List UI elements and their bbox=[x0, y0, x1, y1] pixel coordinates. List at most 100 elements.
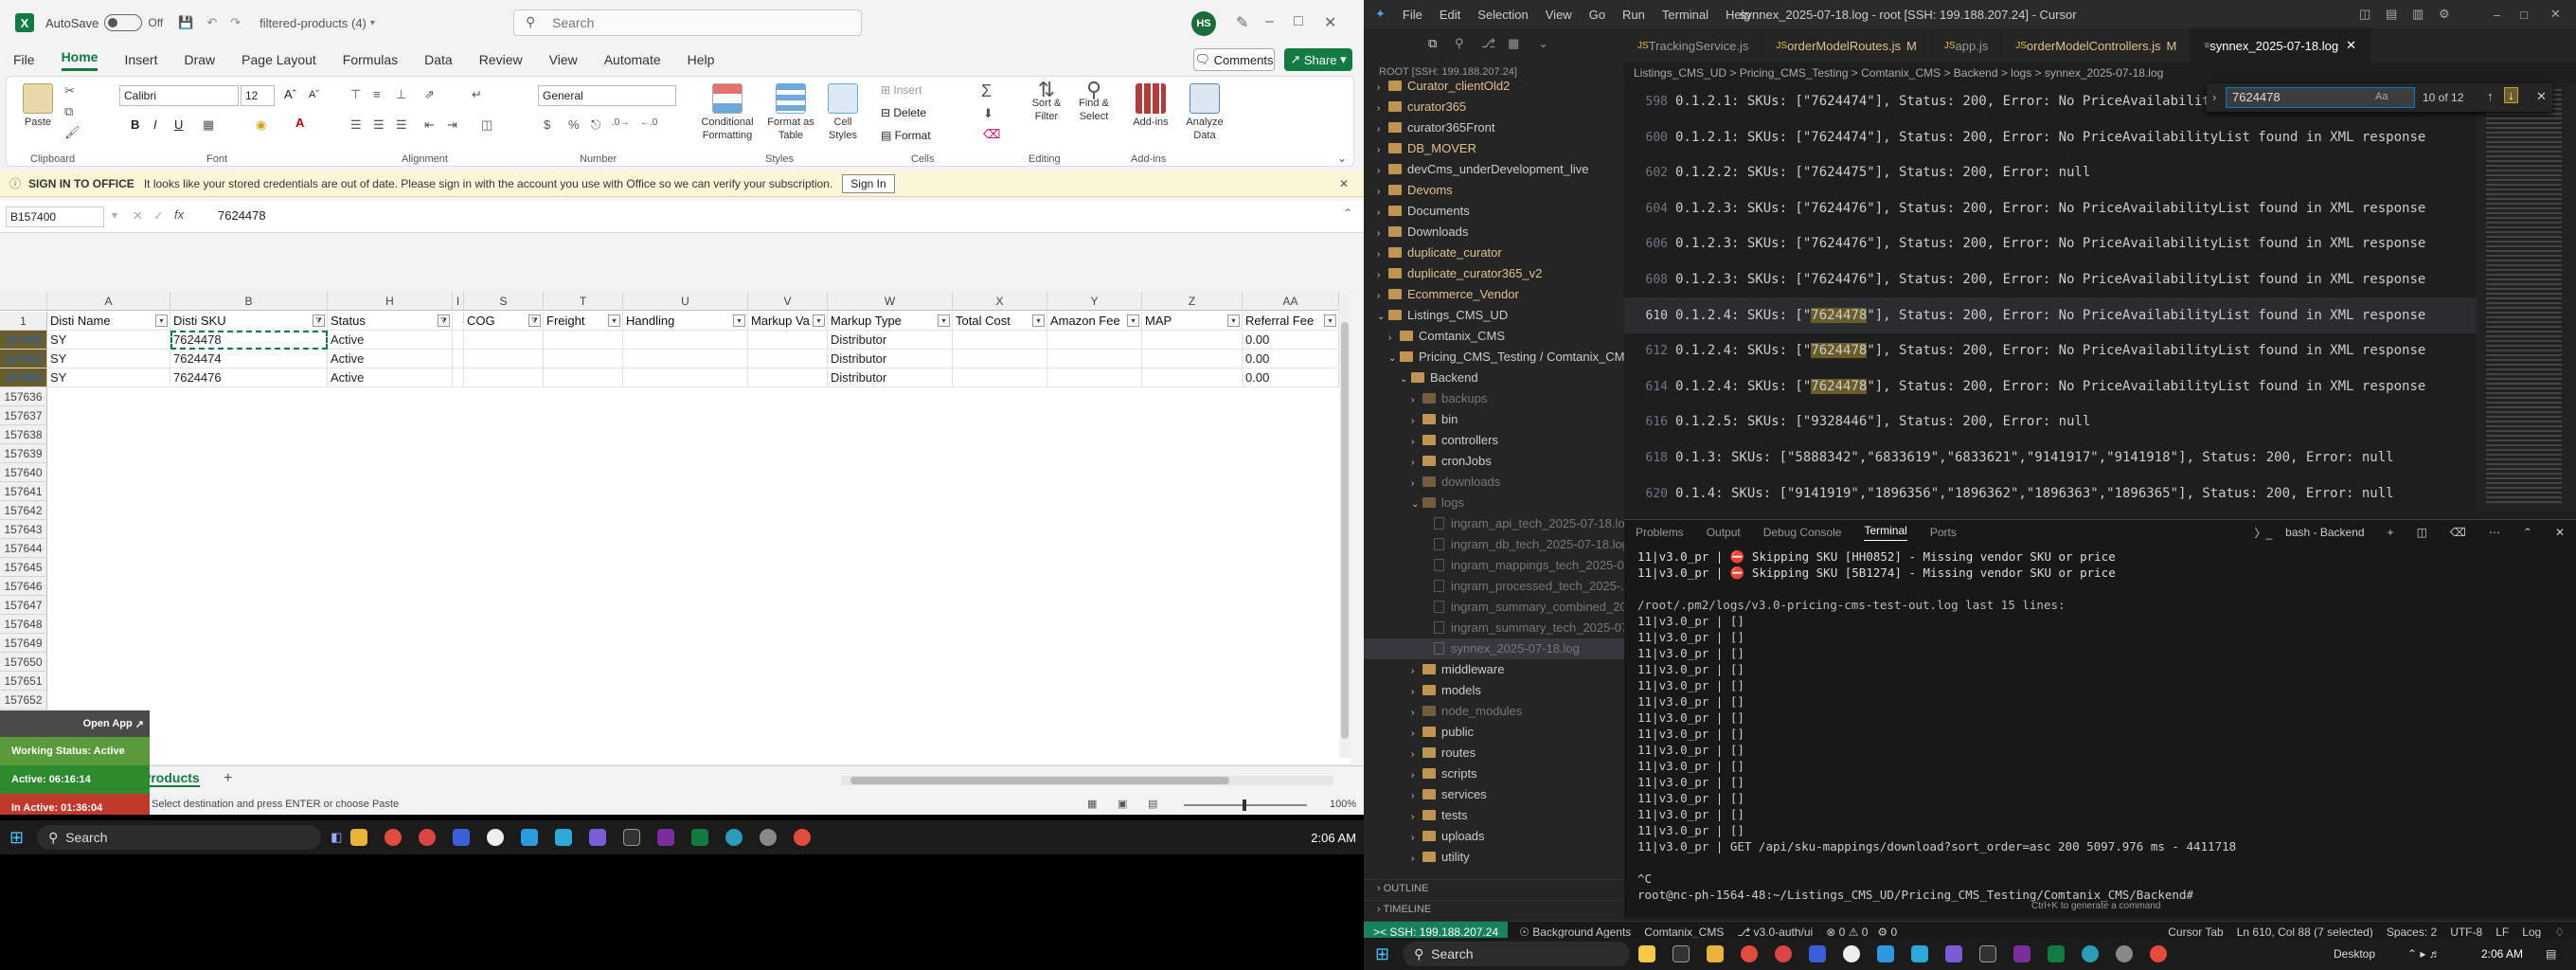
column-header[interactable]: T bbox=[544, 292, 623, 311]
table-cell[interactable]: Active bbox=[328, 331, 453, 350]
gear-icon[interactable]: ⚙ bbox=[2439, 7, 2450, 22]
tree-file[interactable]: ingram_summary_combined_20... bbox=[1364, 597, 1624, 618]
table-cell[interactable]: Active bbox=[328, 350, 453, 368]
onenote-icon[interactable] bbox=[2013, 945, 2031, 962]
column-header[interactable]: W bbox=[828, 292, 953, 311]
trash-icon[interactable]: ⌫ bbox=[2450, 526, 2466, 539]
layout-icon[interactable]: ▤ bbox=[2386, 7, 2397, 22]
table-cell[interactable] bbox=[1047, 350, 1142, 368]
indent-icon[interactable]: ⇤ bbox=[424, 117, 435, 133]
tree-folder[interactable]: › curator365Front bbox=[1364, 117, 1624, 138]
header-cell[interactable]: Markup Va ▾ bbox=[748, 312, 828, 331]
header-cell[interactable]: MAP ▾ bbox=[1142, 312, 1243, 331]
code-line[interactable]: 614 0.1.2.4: SKUs: ["7624478"], Status: 2… bbox=[1624, 368, 2477, 404]
cut-icon[interactable]: ✂ bbox=[64, 83, 75, 99]
vscode-icon[interactable] bbox=[589, 829, 607, 846]
signin-button[interactable]: Sign In bbox=[842, 173, 895, 193]
percent-icon[interactable]: % bbox=[568, 117, 580, 132]
tree-folder[interactable]: ⌄ Listings_CMS_UD bbox=[1364, 305, 1624, 326]
column-header[interactable]: H bbox=[328, 292, 453, 311]
table-cell[interactable]: 0.00 bbox=[1243, 368, 1339, 387]
column-header[interactable]: S bbox=[464, 292, 544, 311]
next-match-icon[interactable]: ↓ bbox=[2504, 87, 2518, 103]
number-format-select[interactable]: General bbox=[538, 85, 676, 106]
clear-icon[interactable]: ⌫ bbox=[983, 127, 1000, 142]
addins-button[interactable]: Add-ins bbox=[1129, 83, 1172, 129]
filter-dropdown-icon[interactable]: ⧩ bbox=[313, 314, 325, 327]
app-icon[interactable] bbox=[725, 829, 743, 846]
edge-icon[interactable] bbox=[521, 829, 539, 846]
decrease-font-icon[interactable]: Aˇ bbox=[309, 89, 319, 100]
save-icon[interactable]: 💾 bbox=[178, 15, 193, 30]
header-cell[interactable] bbox=[453, 312, 464, 331]
match-case-icon[interactable]: Aa bbox=[2375, 91, 2388, 102]
format-painter-icon[interactable]: 🖌 bbox=[64, 125, 80, 140]
menu-selection[interactable]: Selection bbox=[1477, 8, 1528, 22]
background-agents[interactable]: ☉ Background Agents bbox=[1519, 925, 1631, 939]
table-cell[interactable] bbox=[623, 350, 748, 368]
vertical-scrollbar-thumb[interactable] bbox=[1341, 322, 1349, 739]
table-cell[interactable] bbox=[953, 368, 1047, 387]
name-box-dropdown-icon[interactable]: ▾ bbox=[112, 208, 117, 222]
filter-dropdown-icon[interactable]: ▾ bbox=[733, 314, 745, 327]
row-header[interactable]: 157400 bbox=[0, 331, 47, 350]
table-cell[interactable] bbox=[453, 350, 464, 368]
row-header[interactable]: 157647 bbox=[0, 596, 47, 615]
table-cell[interactable] bbox=[1142, 331, 1243, 350]
filter-dropdown-icon[interactable]: ▾ bbox=[1032, 314, 1045, 327]
tree-folder[interactable]: › controllers bbox=[1364, 430, 1624, 451]
table-cell[interactable]: 7624478 bbox=[170, 331, 328, 350]
tab-help[interactable]: Help bbox=[688, 52, 715, 67]
tree-folder[interactable]: › backups bbox=[1364, 388, 1624, 409]
tree-folder[interactable]: › Ecommerce_Vendor bbox=[1364, 284, 1624, 305]
indent-setting[interactable]: Spaces: 2 bbox=[2387, 925, 2437, 939]
row-header[interactable]: 157642 bbox=[0, 501, 47, 520]
tree-file[interactable]: ingram_api_tech_2025-07-18.log bbox=[1364, 513, 1624, 534]
row-header[interactable]: 157644 bbox=[0, 539, 47, 558]
column-header[interactable]: A bbox=[47, 292, 170, 311]
format-as-table-button[interactable]: Format as Table bbox=[761, 83, 820, 142]
table-cell[interactable]: 7624474 bbox=[170, 350, 328, 368]
column-header[interactable]: Z bbox=[1142, 292, 1243, 311]
tree-folder[interactable]: › bin bbox=[1364, 409, 1624, 430]
layout-icon[interactable]: ▥ bbox=[2412, 7, 2424, 22]
header-cell[interactable]: Referral Fee ▾ bbox=[1243, 312, 1339, 331]
table-cell[interactable] bbox=[953, 350, 1047, 368]
row-header[interactable]: 157638 bbox=[0, 425, 47, 444]
decrease-decimal-icon[interactable]: ←.0 bbox=[640, 117, 657, 128]
row-header[interactable]: 157650 bbox=[0, 653, 47, 672]
filter-dropdown-icon[interactable]: ▾ bbox=[1227, 314, 1240, 327]
cursor-position[interactable]: Ln 610, Col 88 (7 selected) bbox=[2237, 925, 2373, 939]
header-cell[interactable]: COG ⧩ bbox=[464, 312, 544, 331]
tab-output[interactable]: Output bbox=[1707, 526, 1741, 539]
tree-folder[interactable]: › models bbox=[1364, 680, 1624, 701]
tab-problems[interactable]: Problems bbox=[1636, 526, 1684, 539]
row-header[interactable]: 157639 bbox=[0, 444, 47, 463]
filter-dropdown-icon[interactable]: ⧩ bbox=[438, 314, 450, 327]
menu-run[interactable]: Run bbox=[1622, 8, 1645, 22]
header-cell[interactable]: Freight ▾ bbox=[544, 312, 623, 331]
table-cell[interactable] bbox=[623, 331, 748, 350]
maximize-icon[interactable]: □ bbox=[2520, 8, 2528, 22]
timeline-section[interactable]: › TIMELINE bbox=[1364, 900, 1624, 919]
increase-font-icon[interactable]: Aˆ bbox=[284, 87, 296, 101]
column-header[interactable]: Y bbox=[1047, 292, 1142, 311]
tab-file[interactable]: File bbox=[13, 52, 35, 67]
table-cell[interactable]: 0.00 bbox=[1243, 331, 1339, 350]
app-icon[interactable] bbox=[2082, 945, 2100, 962]
cancel-entry-icon[interactable]: ✕ bbox=[133, 208, 143, 224]
table-cell[interactable] bbox=[748, 331, 828, 350]
analyze-data-button[interactable]: Analyze Data bbox=[1176, 83, 1233, 142]
split-terminal-icon[interactable]: ◫ bbox=[2417, 526, 2427, 539]
menu-terminal[interactable]: Terminal bbox=[1662, 8, 1708, 22]
row-header[interactable]: 157652 bbox=[0, 691, 47, 710]
code-line[interactable]: 604 0.1.2.3: SKUs: ["7624476"], Status: 2… bbox=[1624, 190, 2477, 226]
align-top-icon[interactable]: ⊤ bbox=[350, 87, 361, 102]
tree-folder[interactable]: › Curator_clientOld2 bbox=[1364, 76, 1624, 97]
header-cell[interactable]: Markup Type ▾ bbox=[828, 312, 953, 331]
chrome-icon[interactable] bbox=[794, 829, 812, 846]
chrome-icon[interactable] bbox=[385, 829, 402, 846]
clock[interactable]: 2:06 AM bbox=[2481, 947, 2523, 961]
code-line[interactable]: 606 0.1.2.3: SKUs: ["7624476"], Status: 2… bbox=[1624, 225, 2477, 261]
close-panel-icon[interactable]: ✕ bbox=[2555, 526, 2565, 539]
